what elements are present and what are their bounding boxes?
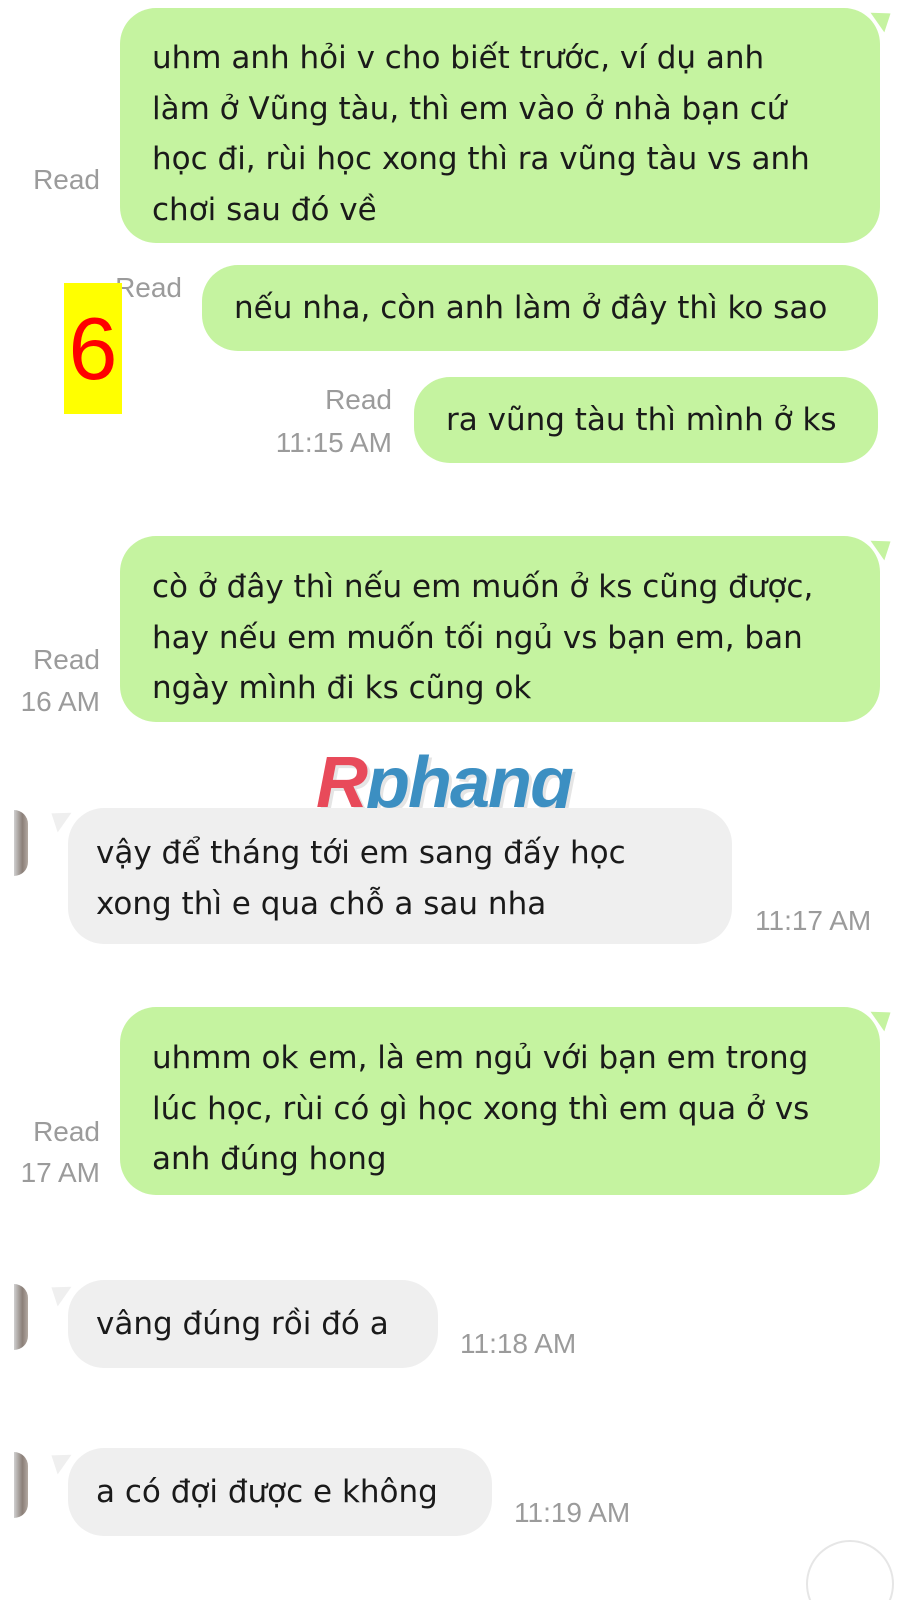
message-line: vậy để tháng tới em sang đấy học (96, 835, 626, 871)
message-line: ra vũng tàu thì mình ở ks (446, 402, 837, 438)
message-line: học đi, rùi học xong thì ra vũng tàu vs … (152, 141, 810, 177)
outgoing-message-bubble[interactable]: ra vũng tàu thì mình ở ks (414, 377, 878, 463)
message-line: ngày mình đi ks cũng ok (152, 670, 532, 706)
message-line: hay nếu em muốn tối ngủ vs bạn em, ban (152, 619, 803, 656)
message-line: anh đúng hong (152, 1141, 387, 1177)
outgoing-message-bubble[interactable]: cò ở đây thì nếu em muốn ở ks cũng được,… (120, 536, 880, 722)
message-line: xong thì e qua chỗ a sau nha (96, 885, 547, 922)
message-timestamp: 11:18 AM (460, 1328, 577, 1359)
sender-avatar[interactable] (14, 1284, 28, 1350)
read-receipt: Read (33, 644, 100, 675)
bubble-tail (44, 1445, 72, 1475)
message-line: làm ở Vũng tàu, thì em vào ở nhà bạn cứ (152, 90, 787, 127)
message-timestamp: 16 AM (20, 686, 100, 717)
outgoing-message-bubble[interactable]: nếu nha, còn anh làm ở đây thì ko sao (202, 265, 878, 351)
read-receipt: Read (325, 384, 392, 415)
message-line: uhmm ok em, là em ngủ với bạn em trong (152, 1040, 809, 1076)
message-line: vâng đúng rồi đó a (96, 1306, 389, 1342)
read-receipt: Read (33, 164, 100, 195)
outgoing-message-bubble[interactable]: uhmm ok em, là em ngủ với bạn em trong l… (120, 1007, 880, 1195)
message-timestamp: 11:15 AM (275, 427, 392, 458)
number-badge: 6 (64, 283, 122, 414)
message-timestamp: 17 AM (20, 1157, 100, 1188)
sender-avatar[interactable] (14, 810, 28, 876)
bubble-tail (44, 1277, 72, 1307)
sender-avatar[interactable] (14, 1452, 28, 1518)
message-line: nếu nha, còn anh làm ở đây thì ko sao (234, 290, 828, 326)
bubble-tail (44, 803, 72, 833)
incoming-message-bubble[interactable]: vâng đúng rồi đó a (68, 1280, 438, 1368)
message-timestamp: 11:19 AM (514, 1497, 631, 1528)
incoming-message-bubble[interactable]: a có đợi được e không (68, 1448, 492, 1536)
message-line: chơi sau đó về (152, 191, 377, 228)
read-receipt: Read (33, 1116, 100, 1147)
message-timestamp: 11:17 AM (755, 905, 872, 936)
message-line: uhm anh hỏi v cho biết trước, ví dụ anh (152, 40, 765, 76)
message-line: a có đợi được e không (96, 1474, 438, 1510)
outgoing-message-bubble[interactable]: uhm anh hỏi v cho biết trước, ví dụ anh … (120, 8, 880, 243)
incoming-message-bubble[interactable]: vậy để tháng tới em sang đấy học xong th… (68, 808, 732, 944)
message-line: cò ở đây thì nếu em muốn ở ks cũng được, (152, 569, 814, 605)
scroll-down-button[interactable] (806, 1540, 894, 1600)
message-line: lúc học, rùi có gì học xong thì em qua ở… (152, 1090, 810, 1127)
